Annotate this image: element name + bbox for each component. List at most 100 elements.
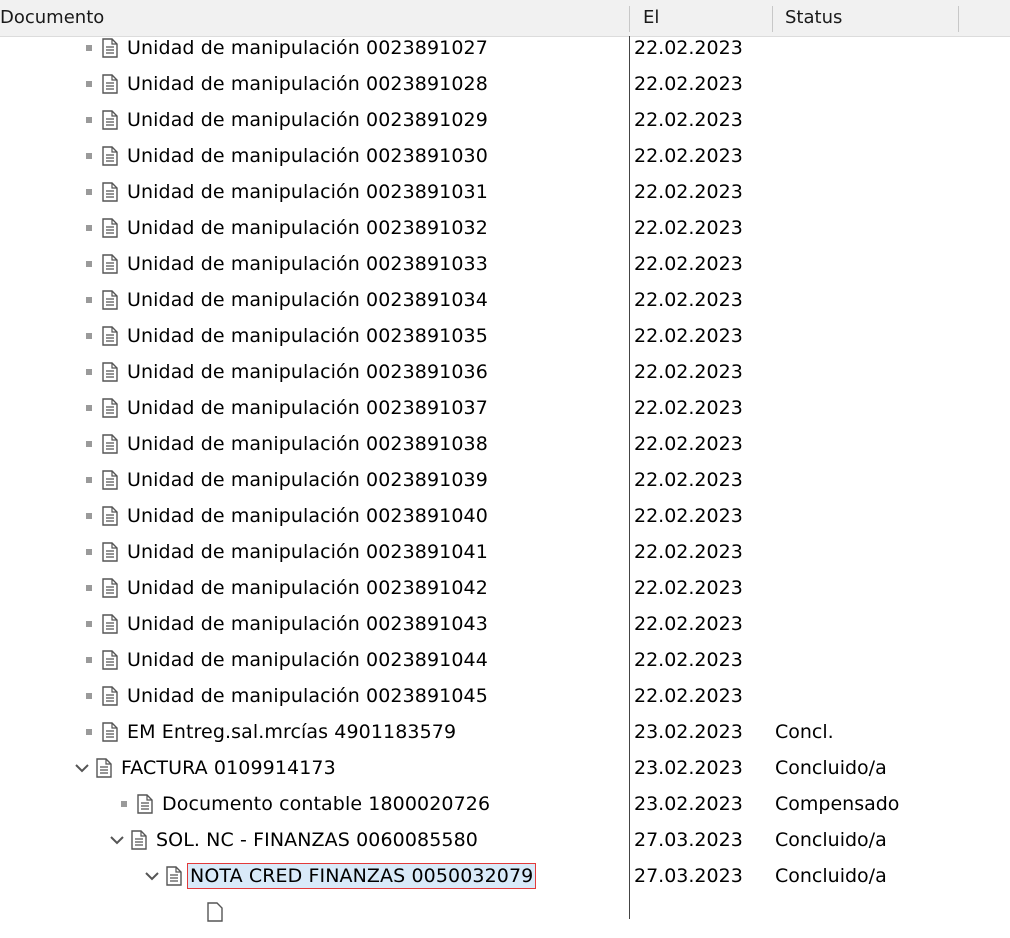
document-icon — [102, 398, 118, 418]
node-label[interactable]: Unidad de manipulación 0023891044 — [127, 649, 488, 671]
row-date: 23.02.2023 — [634, 721, 743, 743]
header-separator[interactable] — [772, 6, 773, 32]
tree-row[interactable]: Unidad de manipulación 0023891028 22.02.2… — [0, 66, 1010, 102]
node-label[interactable]: EM Entreg.sal.mrcías 4901183579 — [127, 721, 456, 743]
tree-node: Unidad de manipulación 0023891029 — [82, 102, 488, 138]
tree-row[interactable]: SOL. NC - FINANZAS 0060085580 27.03.2023 C… — [0, 822, 1010, 858]
tree-bullet-icon — [86, 657, 92, 663]
tree-row[interactable]: Unidad de manipulación 0023891040 22.02.2… — [0, 498, 1010, 534]
node-label[interactable]: Unidad de manipulación 0023891036 — [127, 361, 488, 383]
row-status: Compensado — [775, 793, 900, 815]
tree-row[interactable]: Unidad de manipulación 0023891041 22.02.2… — [0, 534, 1010, 570]
document-icon — [137, 794, 153, 814]
tree-node: Unidad de manipulación 0023891034 — [82, 282, 488, 318]
header-separator[interactable] — [958, 6, 959, 32]
selected-node-label[interactable]: NOTA CRED FINANZAS 0050032079 — [186, 863, 537, 889]
node-label[interactable]: Unidad de manipulación 0023891041 — [127, 541, 488, 563]
node-label[interactable]: Unidad de manipulación 0023891038 — [127, 433, 488, 455]
tree-bullet-icon — [86, 621, 92, 627]
node-label[interactable]: Unidad de manipulación 0023891027 — [127, 37, 488, 59]
tree-row[interactable]: Unidad de manipulación 0023891032 22.02.2… — [0, 210, 1010, 246]
node-label[interactable]: Unidad de manipulación 0023891043 — [127, 613, 488, 635]
tree-node: Unidad de manipulación 0023891027 — [82, 30, 488, 66]
chevron-down-icon[interactable] — [142, 866, 162, 886]
node-label[interactable]: Documento contable 1800020726 — [162, 793, 490, 815]
chevron-down-icon[interactable] — [72, 758, 92, 778]
tree-node: Unidad de manipulación 0023891038 — [82, 426, 488, 462]
row-status: Concluido/a — [775, 757, 887, 779]
node-label[interactable]: Unidad de manipulación 0023891039 — [127, 469, 488, 491]
document-icon — [102, 38, 118, 58]
document-icon — [102, 506, 118, 526]
node-label[interactable]: Unidad de manipulación 0023891034 — [127, 289, 488, 311]
node-label[interactable]: Unidad de manipulación 0023891045 — [127, 685, 488, 707]
node-label[interactable]: Unidad de manipulación 0023891031 — [127, 181, 488, 203]
row-date: 27.03.2023 — [634, 829, 743, 851]
tree-node: Unidad de manipulación 0023891030 — [82, 138, 488, 174]
tree-bullet-icon — [86, 117, 92, 123]
tree-row[interactable]: Unidad de manipulación 0023891043 22.02.2… — [0, 606, 1010, 642]
tree-node: Unidad de manipulación 0023891031 — [82, 174, 488, 210]
node-label[interactable]: Unidad de manipulación 0023891029 — [127, 109, 488, 131]
node-label[interactable]: Unidad de manipulación 0023891032 — [127, 217, 488, 239]
tree-row[interactable]: Unidad de manipulación 0023891030 22.02.2… — [0, 138, 1010, 174]
tree-row[interactable]: Unidad de manipulación 0023891029 22.02.2… — [0, 102, 1010, 138]
document-icon — [102, 362, 118, 382]
tree-bullet-icon — [86, 477, 92, 483]
node-label[interactable]: Unidad de manipulación 0023891033 — [127, 253, 488, 275]
node-label[interactable]: Unidad de manipulación 0023891037 — [127, 397, 488, 419]
tree-node: SOL. NC - FINANZAS 0060085580 — [107, 822, 478, 858]
node-label[interactable]: Unidad de manipulación 0023891042 — [127, 577, 488, 599]
tree-bullet-icon — [86, 693, 92, 699]
document-icon — [102, 650, 118, 670]
document-icon — [102, 470, 118, 490]
row-date: 22.02.2023 — [634, 145, 743, 167]
tree-row[interactable]: Unidad de manipulación 0023891045 22.02.2… — [0, 678, 1010, 714]
tree-bullet-icon — [86, 333, 92, 339]
tree-row[interactable]: Unidad de manipulación 0023891031 22.02.2… — [0, 174, 1010, 210]
node-label[interactable]: Unidad de manipulación 0023891035 — [127, 325, 488, 347]
tree-node: Unidad de manipulación 0023891044 — [82, 642, 488, 678]
tree-row[interactable]: Unidad de manipulación 0023891027 22.02.2… — [0, 30, 1010, 66]
tree-row[interactable]: Unidad de manipulación 0023891034 22.02.2… — [0, 282, 1010, 318]
tree-row[interactable]: Unidad de manipulación 0023891044 22.02.2… — [0, 642, 1010, 678]
tree-row[interactable]: NOTA CRED FINANZAS 0050032079 27.03.2023 C… — [0, 858, 1010, 894]
tree-row[interactable]: Unidad de manipulación 0023891042 22.02.2… — [0, 570, 1010, 606]
tree-row[interactable]: Unidad de manipulación 0023891035 22.02.2… — [0, 318, 1010, 354]
chevron-down-icon[interactable] — [107, 830, 127, 850]
tree-node: Documento contable 1800020726 — [117, 786, 490, 822]
tree-node: Unidad de manipulación 0023891035 — [82, 318, 488, 354]
tree-node: Unidad de manipulación 0023891033 — [82, 246, 488, 282]
tree-node: Unidad de manipulación 0023891037 — [82, 390, 488, 426]
node-label[interactable]: FACTURA 0109914173 — [121, 757, 336, 779]
tree-row[interactable]: Unidad de manipulación 0023891038 22.02.2… — [0, 426, 1010, 462]
document-icon — [102, 182, 118, 202]
tree-bullet-icon — [86, 297, 92, 303]
tree-node: Unidad de manipulación 0023891040 — [82, 498, 488, 534]
tree-bullet-icon — [86, 81, 92, 87]
node-label[interactable]: Unidad de manipulación 0023891040 — [127, 505, 488, 527]
tree-row[interactable]: Unidad de manipulación 0023891036 22.02.2… — [0, 354, 1010, 390]
document-icon — [102, 74, 118, 94]
tree-bullet-icon — [86, 369, 92, 375]
row-date: 22.02.2023 — [634, 433, 743, 455]
node-label[interactable]: Unidad de manipulación 0023891030 — [127, 145, 488, 167]
row-date: 22.02.2023 — [634, 541, 743, 563]
tree-row[interactable]: Unidad de manipulación 0023891037 22.02.2… — [0, 390, 1010, 426]
document-icon — [96, 758, 112, 778]
tree-node: Unidad de manipulación 0023891039 — [82, 462, 488, 498]
node-label[interactable]: Unidad de manipulación 0023891028 — [127, 73, 488, 95]
header-separator[interactable] — [629, 6, 630, 32]
tree-bullet-icon — [86, 225, 92, 231]
tree-bullet-icon — [86, 261, 92, 267]
tree-row[interactable]: FACTURA 0109914173 23.02.2023 Concluido/a — [0, 750, 1010, 786]
tree-row[interactable]: Documento contable 1800020726 23.02.2023 C… — [0, 786, 1010, 822]
row-date: 22.02.2023 — [634, 325, 743, 347]
tree-node: NOTA CRED FINANZAS 0050032079 — [142, 858, 537, 894]
tree-row[interactable]: Unidad de manipulación 0023891039 22.02.2… — [0, 462, 1010, 498]
tree-row[interactable]: EM Entreg.sal.mrcías 4901183579 23.02.202… — [0, 714, 1010, 750]
tree-row[interactable]: Unidad de manipulación 0023891033 22.02.2… — [0, 246, 1010, 282]
tree-node: Unidad de manipulación 0023891032 — [82, 210, 488, 246]
document-icon — [207, 902, 223, 926]
node-label[interactable]: SOL. NC - FINANZAS 0060085580 — [156, 829, 478, 851]
